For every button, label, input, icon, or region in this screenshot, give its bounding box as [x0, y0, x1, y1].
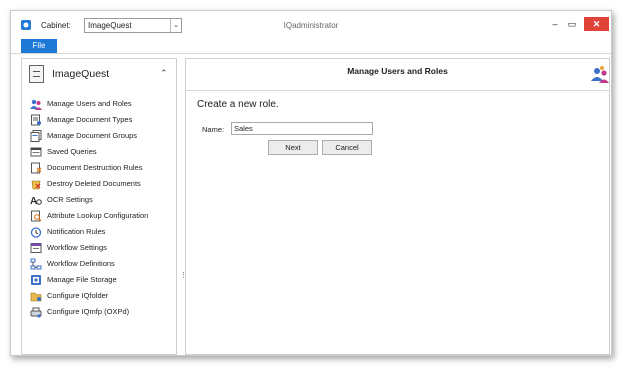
next-button[interactable]: Next	[268, 140, 318, 155]
sidebar-item-label: Destroy Deleted Documents	[47, 179, 141, 188]
app-window: Cabinet: ImageQuest ⌄ IQadministrator – …	[10, 10, 612, 356]
destroy-deleted-icon	[31, 180, 41, 190]
sidebar-item-label: Manage Users and Roles	[47, 99, 132, 108]
sidebar-item[interactable]: Destroy Deleted Documents	[22, 176, 176, 192]
saved-queries-icon	[30, 147, 42, 157]
notification-clock-icon	[30, 227, 42, 238]
page-title: Manage Users and Roles	[347, 66, 448, 76]
sidebar-item[interactable]: Configure IQfolder	[22, 288, 176, 304]
sidebar-item-label: Attribute Lookup Configuration	[47, 211, 149, 220]
sidebar-item-label: Manage File Storage	[47, 275, 117, 284]
nav-header[interactable]: ImageQuest ⌃	[22, 59, 176, 89]
sidebar-item[interactable]: Manage Document Types	[22, 112, 176, 128]
sidebar-item[interactable]: Notification Rules	[22, 224, 176, 240]
sidebar-item-label: OCR Settings	[47, 195, 93, 204]
workflow-definitions-icon	[30, 258, 42, 270]
cabinet-icon	[29, 65, 44, 83]
close-button[interactable]: ✕	[584, 17, 609, 31]
sidebar-item-label: Manage Document Groups	[47, 131, 138, 140]
destruction-rules-icon	[31, 162, 42, 174]
sidebar-item[interactable]: Manage File Storage	[22, 272, 176, 288]
sidebar-item-label: Configure IQmfp (OXPd)	[47, 307, 130, 316]
sidebar-item-label: Configure IQfolder	[47, 291, 109, 300]
role-name-input[interactable]	[231, 122, 373, 135]
sidebar-item[interactable]: Attribute Lookup Configuration	[22, 208, 176, 224]
chevron-up-icon[interactable]: ⌃	[160, 68, 168, 79]
file-tab[interactable]: File	[21, 39, 57, 53]
sidebar-item-label: Saved Queries	[47, 147, 97, 156]
attribute-lookup-icon	[31, 210, 42, 222]
minimize-button[interactable]: –	[548, 17, 562, 31]
prompt-text: Create a new role.	[197, 99, 279, 110]
nav-header-title: ImageQuest	[52, 68, 110, 80]
sidebar-item-label: Notification Rules	[47, 227, 106, 236]
sidebar-item[interactable]: A OCR Settings	[22, 192, 176, 208]
workflow-settings-icon	[30, 243, 42, 253]
ribbon-divider	[11, 53, 611, 54]
document-types-icon	[31, 114, 41, 126]
sidebar-item-label: Manage Document Types	[47, 115, 133, 124]
name-label: Name:	[202, 125, 225, 134]
sidebar-item-label: Workflow Definitions	[47, 259, 115, 268]
sidebar-item-label: Document Destruction Rules	[47, 163, 143, 172]
sidebar-item[interactable]: Document Destruction Rules	[22, 160, 176, 176]
sidebar-item[interactable]: Workflow Definitions	[22, 256, 176, 272]
iqfolder-icon	[30, 292, 42, 302]
title-bar: Cabinet: ImageQuest ⌄ IQadministrator – …	[11, 11, 611, 38]
sidebar-item[interactable]: Saved Queries	[22, 144, 176, 160]
navigation-panel: ImageQuest ⌃ Manage Users and Roles Manag…	[21, 58, 177, 355]
main-panel: Manage Users and Roles Create a new role…	[185, 58, 610, 355]
sidebar-item[interactable]: Manage Users and Roles	[22, 96, 176, 112]
sidebar-item[interactable]: Workflow Settings	[22, 240, 176, 256]
nav-list: Manage Users and Roles Manage Document Ty…	[22, 96, 176, 320]
ocr-icon: A	[30, 196, 42, 206]
users-roles-icon	[30, 99, 42, 110]
cancel-button[interactable]: Cancel	[322, 140, 372, 155]
window-title: IQadministrator	[283, 21, 339, 30]
users-roles-icon	[591, 66, 609, 83]
iqmfp-icon	[30, 307, 42, 318]
panel-splitter[interactable]: ⋮	[179, 58, 187, 355]
file-storage-icon	[31, 275, 41, 285]
sidebar-item[interactable]: Manage Document Groups	[22, 128, 176, 144]
document-groups-icon	[30, 130, 42, 142]
main-header: Manage Users and Roles	[186, 59, 609, 91]
svg-text:A: A	[30, 196, 37, 206]
maximize-button[interactable]: ▭	[565, 17, 579, 31]
sidebar-item-label: Workflow Settings	[47, 243, 107, 252]
sidebar-item[interactable]: Configure IQmfp (OXPd)	[22, 304, 176, 320]
